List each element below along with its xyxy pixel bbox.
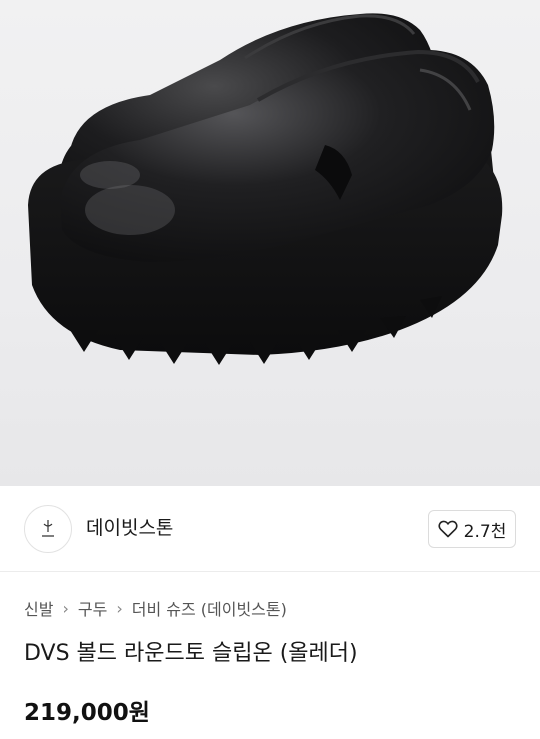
breadcrumb-item[interactable]: 신발 bbox=[24, 596, 53, 620]
brand-logo-icon[interactable] bbox=[24, 505, 72, 553]
brand-name[interactable]: 데이빗스톤 bbox=[86, 515, 173, 541]
chevron-right-icon: › bbox=[62, 598, 69, 618]
chevron-right-icon: › bbox=[116, 598, 123, 618]
wishlist-count: 2.7천 bbox=[463, 521, 507, 542]
brand-row: 데이빗스톤 2.7천 bbox=[0, 486, 540, 572]
product-price: 219,000원 bbox=[24, 700, 150, 726]
wishlist-button[interactable]: 2.7천 bbox=[428, 510, 516, 548]
breadcrumb-item[interactable]: 더비 슈즈 (데이빗스톤) bbox=[132, 596, 287, 620]
product-image[interactable] bbox=[0, 0, 540, 486]
breadcrumb: 신발 › 구두 › 더비 슈즈 (데이빗스톤) bbox=[24, 596, 287, 620]
breadcrumb-item[interactable]: 구두 bbox=[78, 596, 107, 620]
heart-outline-icon bbox=[438, 520, 458, 538]
product-title: DVS 볼드 라운드토 슬립온 (올레더) bbox=[24, 641, 358, 666]
shoe-photo bbox=[28, 13, 503, 365]
